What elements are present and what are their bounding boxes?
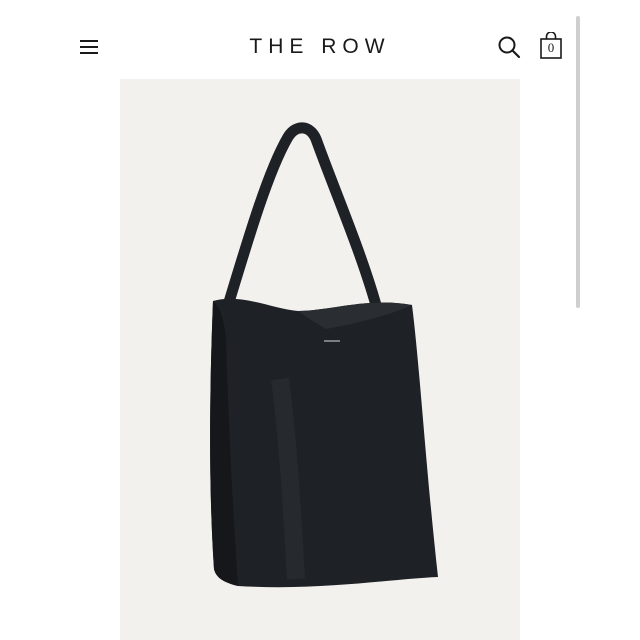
scrollbar[interactable] <box>576 16 580 308</box>
search-icon <box>498 36 521 59</box>
product-image[interactable] <box>120 79 520 640</box>
site-header: THE ROW 0 <box>0 0 640 78</box>
bag-count-badge: 0 <box>547 40 555 55</box>
shopping-bag-button[interactable]: 0 <box>538 32 564 60</box>
search-button[interactable] <box>497 35 521 59</box>
tote-bag-illustration <box>210 122 438 588</box>
